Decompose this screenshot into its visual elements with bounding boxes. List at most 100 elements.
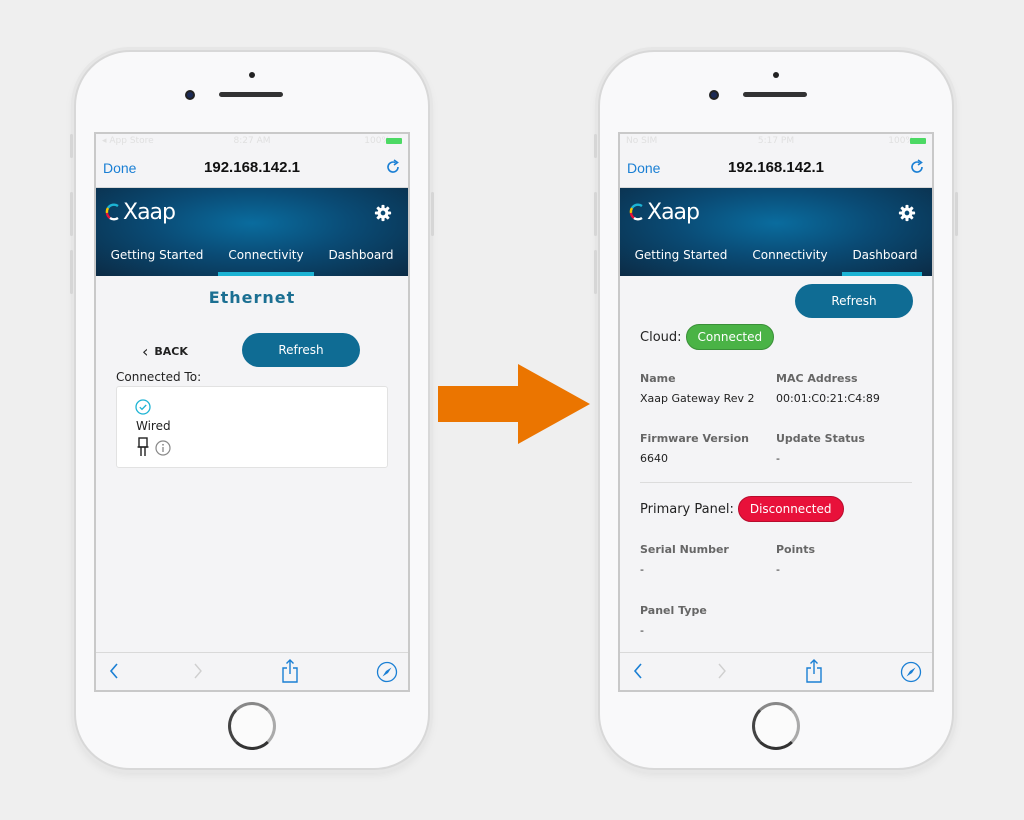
chevron-left-icon: ‹ [142,342,149,361]
tab-getting-started[interactable]: Getting Started [96,238,218,276]
back-label: BACK [154,345,188,358]
dashboard-content: Refresh Cloud: Connected Name Xaap Gatew… [620,276,932,637]
phone-right: No SIM 5:17 PM 100% Done 192.168.142.1 X [594,50,958,770]
back-button[interactable]: ‹ BACK [142,342,188,361]
proximity-sensor [249,72,255,78]
front-camera [185,90,195,100]
forward-icon[interactable] [192,661,204,681]
panel-type-label: Panel Type [640,604,707,617]
refresh-button[interactable]: Refresh [242,333,360,367]
volume-down-button [594,250,597,294]
serial-number-label: Serial Number [640,543,729,556]
logo-text: Xaap [123,199,176,225]
tab-dashboard[interactable]: Dashboard [838,238,932,276]
connection-card[interactable]: Wired [116,386,388,468]
logo-mark-icon [629,203,643,221]
screen: No SIM 5:17 PM 100% Done 192.168.142.1 X [618,132,934,692]
url-title: 192.168.142.1 [204,159,300,176]
panel-type-value: - [640,624,644,637]
browser-toolbar [96,652,408,690]
logo-mark-icon [105,203,119,221]
cloud-label: Cloud: [640,329,682,345]
tab-bar: Getting Started Connectivity Dashboard [96,238,408,276]
logo-text: Xaap [647,199,700,225]
serial-number-value: - [640,563,644,576]
xaap-logo: Xaap [628,198,700,226]
update-status-value: - [776,452,780,465]
tab-getting-started[interactable]: Getting Started [620,238,742,276]
power-button [431,192,434,236]
points-field: Points - [776,543,815,576]
screen: ◂ App Store 8:27 AM 100% Done 192.168.14… [94,132,410,692]
page-title: Ethernet [208,288,296,307]
firmware-value: 6640 [640,452,668,465]
front-camera [709,90,719,100]
name-field: Name Xaap Gateway Rev 2 [640,372,755,405]
xaap-logo: Xaap [104,198,176,226]
primary-panel-row: Primary Panel: Disconnected [640,496,844,522]
share-icon[interactable] [280,658,300,684]
points-value: - [776,563,780,576]
status-badge-disconnected: Disconnected [737,496,844,522]
name-value: Xaap Gateway Rev 2 [640,392,755,405]
serial-number-field: Serial Number - [640,543,729,576]
reload-icon[interactable] [384,158,402,176]
info-icon[interactable] [155,440,171,456]
forward-icon[interactable] [716,661,728,681]
home-button[interactable] [228,702,276,750]
browser-navbar: Done 192.168.142.1 [96,150,408,188]
back-icon[interactable] [632,661,644,681]
mac-label: MAC Address [776,372,858,385]
mute-switch [70,134,73,158]
gear-icon[interactable] [898,204,916,222]
panel-type-field: Panel Type - [640,604,707,637]
reload-icon[interactable] [908,158,926,176]
home-button[interactable] [752,702,800,750]
firmware-label: Firmware Version [640,432,749,445]
back-icon[interactable] [108,661,120,681]
battery-icon [386,138,402,144]
compass-icon[interactable] [376,661,398,683]
proximity-sensor [773,72,779,78]
volume-up-button [594,192,597,236]
right-arrow-icon [438,364,590,444]
compass-icon[interactable] [900,661,922,683]
connected-to-label: Connected To: [116,370,202,384]
update-status-field: Update Status - [776,432,865,465]
divider [640,482,912,483]
phone-left: ◂ App Store 8:27 AM 100% Done 192.168.14… [70,50,434,770]
ethernet-plug-icon [137,437,149,456]
browser-toolbar [620,652,932,690]
tab-bar: Getting Started Connectivity Dashboard [620,238,932,276]
connection-type: Wired [136,419,171,433]
volume-down-button [70,250,73,294]
tab-dashboard[interactable]: Dashboard [314,238,408,276]
status-time: 5:17 PM [757,136,795,146]
ethernet-content: Ethernet ‹ BACK Refresh Connected To: Wi… [96,288,408,648]
status-bar: No SIM 5:17 PM 100% [620,134,932,150]
gear-icon[interactable] [374,204,392,222]
tab-connectivity[interactable]: Connectivity [218,238,314,276]
mac-field: MAC Address 00:01:C0:21:C4:89 [776,372,880,405]
points-label: Points [776,543,816,556]
update-status-label: Update Status [776,432,865,445]
share-icon[interactable] [804,658,824,684]
name-label: Name [640,372,676,385]
status-time: 8:27 AM [233,136,271,146]
mute-switch [594,134,597,158]
status-badge-connected: Connected [685,324,775,350]
url-title: 192.168.142.1 [728,159,824,176]
cloud-status-row: Cloud: Connected [640,324,775,350]
volume-up-button [70,192,73,236]
firmware-field: Firmware Version 6640 [640,432,749,465]
earpiece-speaker [743,92,807,97]
browser-navbar: Done 192.168.142.1 [620,150,932,188]
check-circle-icon [135,399,151,415]
earpiece-speaker [219,92,283,97]
refresh-button[interactable]: Refresh [795,284,913,318]
primary-panel-label: Primary Panel: [640,501,734,517]
battery-icon [910,138,926,144]
app-header: Xaap Getting Started Connectivity Dashbo… [620,188,932,276]
app-header: Xaap Getting Started Connectivity Dashbo… [96,188,408,276]
tab-connectivity[interactable]: Connectivity [742,238,838,276]
